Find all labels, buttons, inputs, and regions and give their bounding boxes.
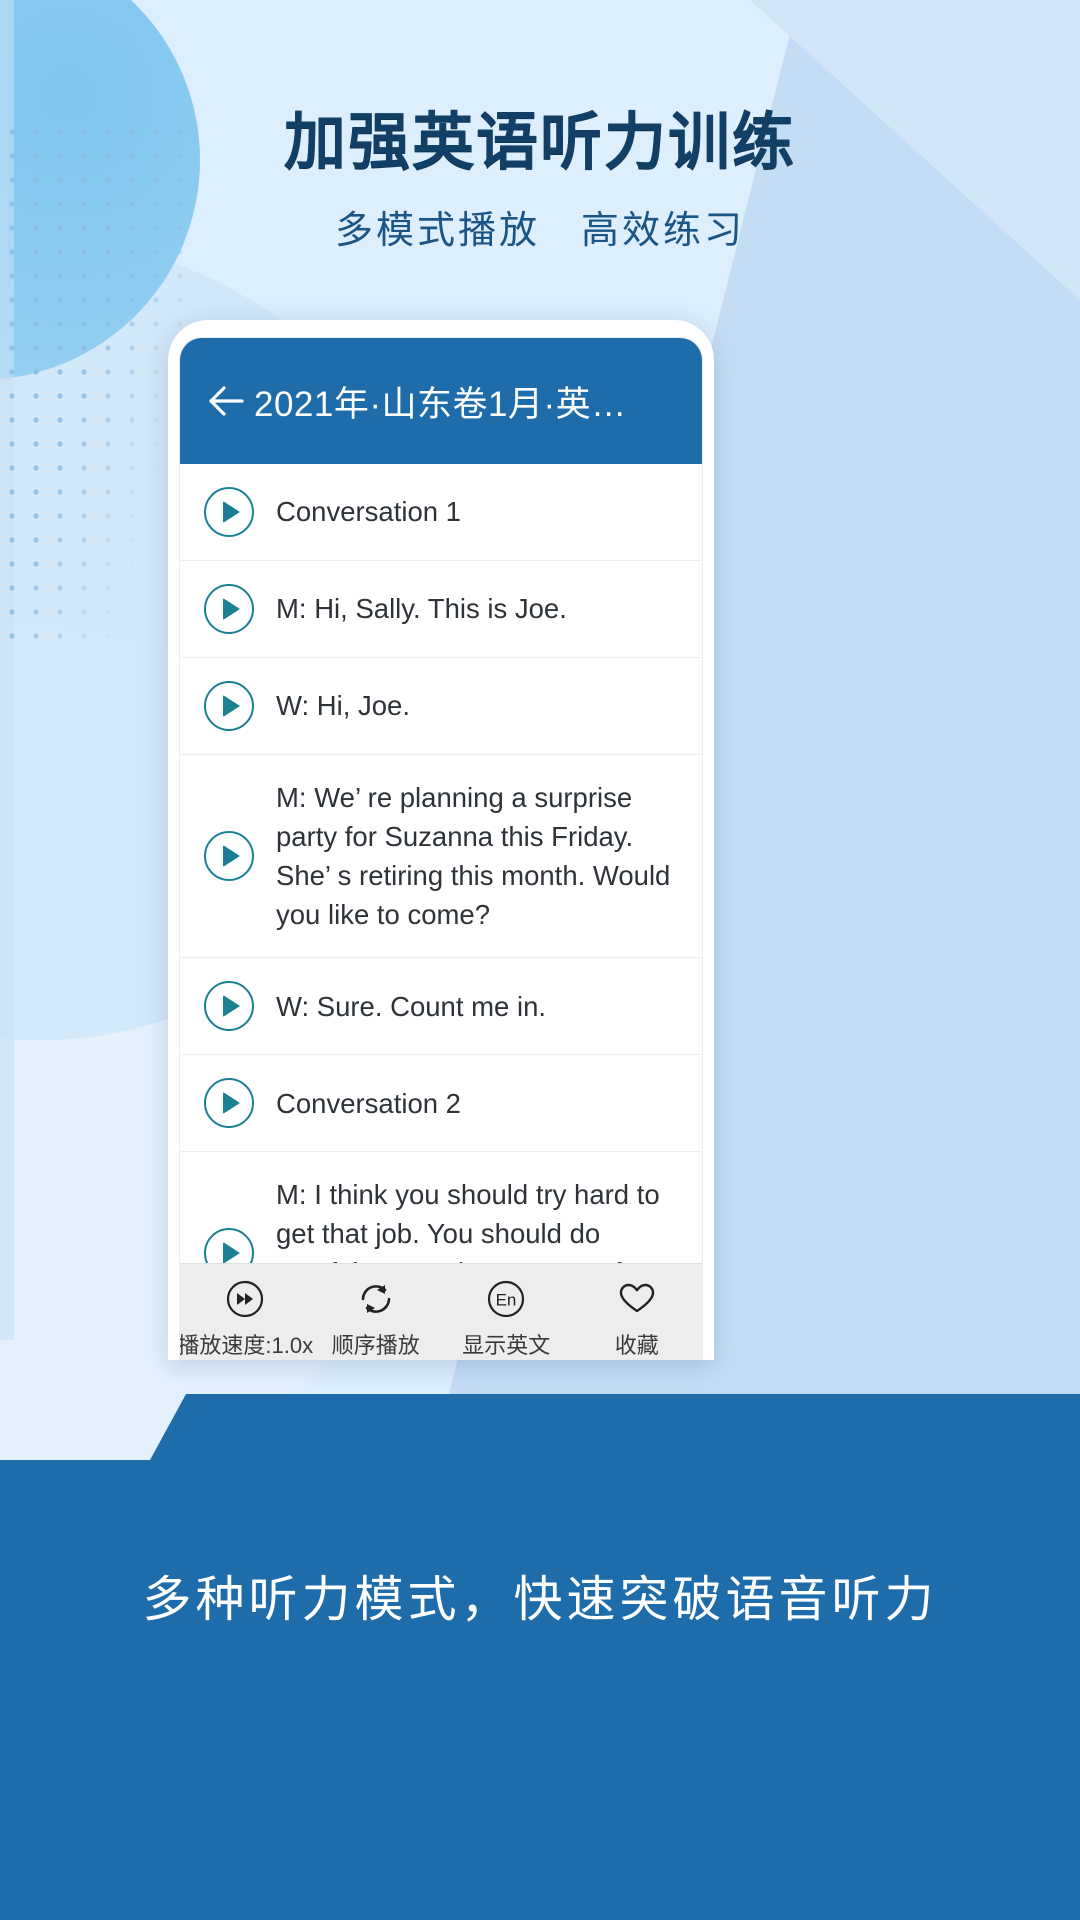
play-icon[interactable] — [204, 1078, 254, 1129]
favorite-button[interactable]: 收藏 — [572, 1276, 703, 1360]
play-icon[interactable] — [204, 681, 254, 731]
play-icon[interactable] — [204, 981, 254, 1032]
promo-heading-block: 加强英语听力训练 多模式播放 高效练习 — [0, 108, 1080, 254]
list-item-text: M: We’ re planning a surprise party for … — [276, 782, 671, 931]
list-item[interactable]: W: Sure. Count me in. — [180, 958, 702, 1056]
playback-speed-button[interactable]: 播放速度:1.0x — [180, 1276, 314, 1360]
promo-subtitle: 多模式播放 高效练习 — [334, 209, 745, 252]
play-order-label: 顺序播放 — [331, 1333, 420, 1358]
list-item[interactable]: W: Hi, Joe. — [180, 658, 702, 755]
list-item-text: W: Sure. Count me in. — [276, 990, 547, 1022]
show-english-label: 显示英文 — [462, 1333, 551, 1358]
list-item[interactable]: Conversation 2 — [180, 1055, 702, 1153]
list-item[interactable]: Conversation 1 — [180, 464, 702, 561]
navbar-title: 2021年·山东卷1月·英语听… — [254, 384, 684, 424]
fast-forward-circle-icon — [224, 1276, 266, 1322]
play-icon[interactable] — [204, 487, 254, 537]
list-item-text: W: Hi, Joe. — [276, 690, 410, 722]
playback-speed-label: 播放速度:1.0x — [180, 1333, 314, 1358]
list-item-text: M: I think you should try hard to get th… — [276, 1179, 660, 1263]
list-item-text: Conversation 2 — [276, 1087, 461, 1119]
svg-text:En: En — [496, 1291, 517, 1310]
list-item-text: M: Hi, Sally. This is Joe. — [276, 593, 567, 625]
favorite-label: 收藏 — [614, 1333, 659, 1358]
list-item[interactable]: M: We’ re planning a surprise party for … — [180, 755, 702, 959]
bottom-banner-content: 多种听力模式，快速突破语音听力 — [0, 1360, 1080, 1920]
list-item[interactable]: M: Hi, Sally. This is Joe. — [180, 561, 702, 658]
play-order-button[interactable]: 顺序播放 — [311, 1276, 442, 1360]
show-english-button[interactable]: En 显示英文 — [441, 1276, 572, 1360]
phone-mockup: 2021年·山东卷1月·英语听… Conversation 1 M: Hi, S… — [168, 320, 714, 1360]
play-icon[interactable] — [204, 584, 254, 634]
list-item-text: Conversation 1 — [276, 496, 461, 528]
en-circle-icon: En — [485, 1276, 527, 1322]
loop-refresh-icon — [355, 1276, 397, 1322]
app-screen: 2021年·山东卷1月·英语听… Conversation 1 M: Hi, S… — [180, 338, 702, 1360]
list-item[interactable]: M: I think you should try hard to get th… — [180, 1152, 702, 1263]
promo-title: 加强英语听力训练 — [283, 108, 796, 177]
arrow-left-icon — [207, 384, 245, 418]
app-navbar: 2021年·山东卷1月·英语听… — [180, 338, 702, 464]
bottom-banner-text: 多种听力模式，快速突破语音听力 — [142, 1573, 938, 1627]
play-icon[interactable] — [204, 1228, 254, 1263]
player-toolbar: 播放速度:1.0x 顺序播放 En 显示英文 收藏 — [180, 1263, 702, 1360]
heart-icon — [616, 1276, 658, 1322]
back-button[interactable] — [198, 384, 254, 418]
play-icon[interactable] — [204, 831, 254, 882]
transcript-list[interactable]: Conversation 1 M: Hi, Sally. This is Joe… — [180, 464, 702, 1263]
